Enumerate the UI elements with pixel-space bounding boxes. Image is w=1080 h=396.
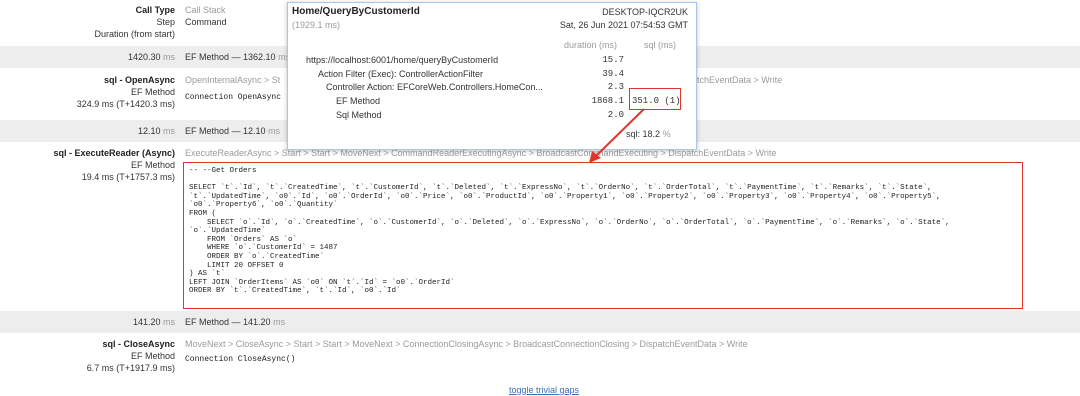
arrow-line bbox=[595, 108, 645, 157]
annotation-arrow bbox=[589, 108, 645, 163]
